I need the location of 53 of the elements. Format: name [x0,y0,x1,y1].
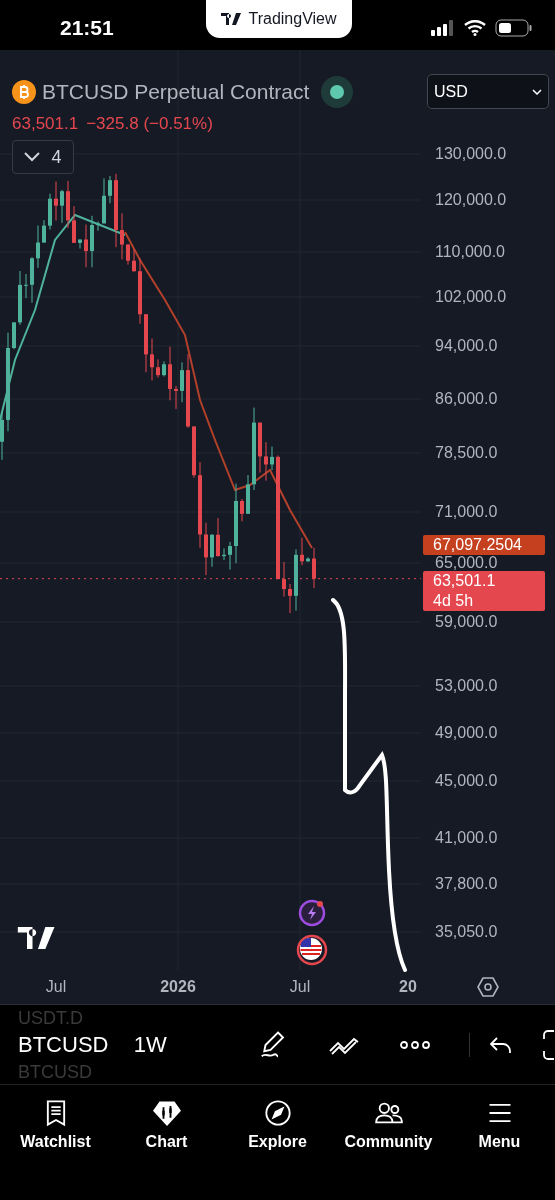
price-tick: 102,000.0 [435,289,507,305]
price-tick: 37,800.0 [435,876,498,892]
undo-icon [488,1034,513,1055]
candlestick-icon [152,1099,181,1127]
signal-icon [431,20,455,36]
price-tick: 49,000.0 [435,725,498,741]
chevron-icon [532,88,542,95]
price-tick: 53,000.0 [435,678,498,694]
bitcoin-icon [12,80,36,104]
price-change: −325.8 (−0.51%) [86,114,213,134]
flag-icon[interactable] [296,934,328,966]
time-tick: 20 [399,978,417,996]
price-tick: 120,000.0 [435,192,507,208]
average-price-label: 67,097.2504 [423,535,545,555]
logo-icon [221,13,244,25]
price-tick: 71,000.0 [435,504,498,520]
app-name: TradingView [248,10,337,28]
nav-tab[interactable]: Menu [444,1091,555,1155]
nav-tab[interactable]: Community [333,1091,444,1155]
app-banner[interactable]: TradingView [206,0,352,38]
price-tick: 41,000.0 [435,830,498,846]
price-tick: 94,000.0 [435,338,498,354]
time-tick: Jul [45,978,67,996]
price-tick: 35,050.0 [435,924,498,940]
symbol-title[interactable]: BTCUSD Perpetual Contract [42,80,310,104]
price-tick: 45,000.0 [435,773,498,789]
last-price: 63,501.1 [12,114,79,134]
market-status-icon [321,76,354,108]
fullscreen-icon[interactable] [543,1030,555,1060]
price-tick: 130,000.0 [435,146,507,162]
clock-time: 21:51 [60,16,114,40]
nav-tab[interactable]: Watchlist [0,1091,111,1155]
time-tick: 2026 [160,978,196,996]
price-tick: 65,000.0 [435,555,498,571]
lightning-icon[interactable] [298,899,326,927]
wifi-icon [464,20,486,36]
indicators-toggle[interactable]: 4 [12,140,74,174]
interval-selector[interactable]: 1W [133,1031,167,1058]
settings-icon[interactable] [477,976,499,998]
price-tick: 86,000.0 [435,391,498,407]
price-tick: 78,500.0 [435,445,498,461]
compass-icon [263,1099,292,1127]
chevron-icon [24,152,41,162]
battery-icon [495,19,533,37]
symbol-selector[interactable]: BTCUSD [18,1031,134,1058]
price-tick: 110,000.0 [435,244,505,260]
price-tick: 59,000.0 [435,614,498,630]
last-price-label: 63,501.1 4d 5h [423,571,545,611]
ellipsis-icon [399,1040,430,1049]
nav-tab[interactable]: Explore [222,1091,333,1155]
time-tick: Jul [289,978,311,996]
nav-tab[interactable]: Chart [111,1091,222,1155]
currency-dropdown[interactable]: USD [427,74,549,109]
